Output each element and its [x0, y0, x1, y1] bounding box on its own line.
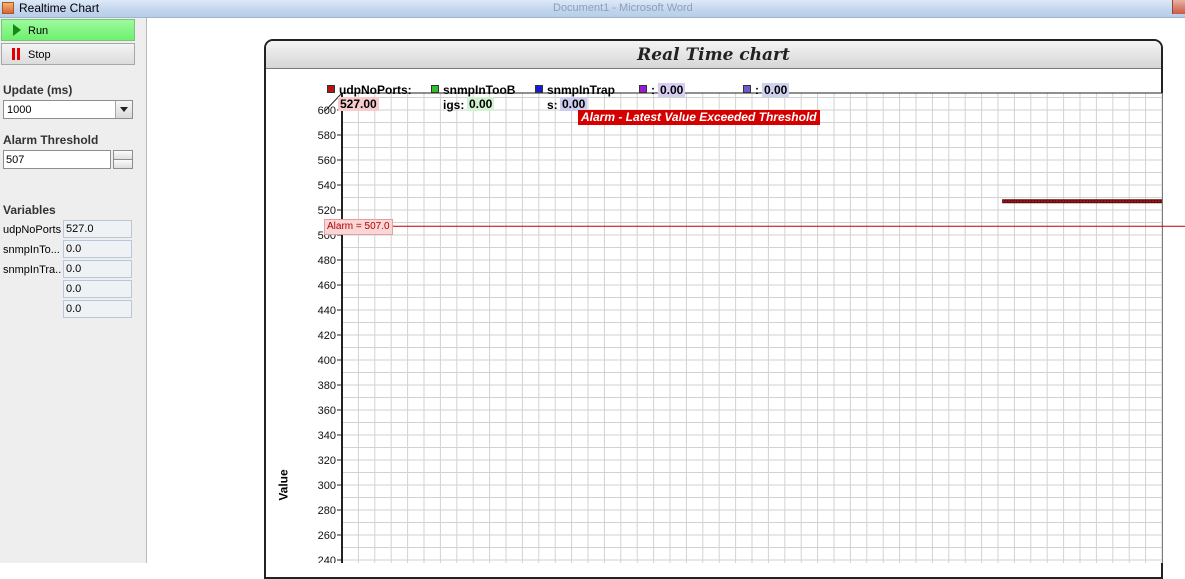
y-axis-label: Value — [276, 469, 291, 501]
legend-swatch — [327, 85, 335, 93]
control-panel: Run Stop Update (ms) 1000 Alarm Threshol… — [0, 18, 147, 563]
variable-name: udpNoPorts — [3, 224, 61, 236]
stop-button[interactable]: Stop — [1, 43, 135, 65]
window-titlebar: Realtime Chart Document1 - Microsoft Wor… — [0, 0, 1185, 18]
stop-button-label: Stop — [28, 49, 51, 61]
variable-value: 0.0 — [63, 280, 132, 298]
legend-value: 0.00 — [658, 83, 686, 97]
variable-name: snmpInTra... — [3, 264, 61, 276]
play-icon — [13, 24, 21, 36]
legend-value: 527.00 — [338, 97, 379, 111]
legend-label: udpNoPorts: — [339, 83, 412, 97]
legend-value: 0.00 — [467, 97, 495, 111]
spinner-down-button[interactable] — [114, 160, 132, 168]
alarm-threshold-marker: Alarm = 507.0 — [324, 219, 393, 235]
legend-label: snmpInTooB — [443, 83, 516, 97]
legend-value: 0.00 — [762, 83, 790, 97]
variable-value: 527.0 — [63, 220, 132, 238]
variable-value: 0.0 — [63, 300, 132, 318]
variable-value: 0.0 — [63, 260, 132, 278]
legend-swatch — [535, 85, 543, 93]
alarm-threshold-label: Alarm Threshold — [3, 133, 99, 147]
variable-row: snmpInTo... 0.0 — [3, 240, 135, 259]
alarm-banner: Alarm - Latest Value Exceeded Threshold — [578, 110, 820, 125]
legend-swatch — [743, 85, 751, 93]
legend-swatch — [431, 85, 439, 93]
variables-label: Variables — [3, 203, 56, 217]
legend-label: : — [755, 83, 759, 97]
variable-row: udpNoPorts 527.0 — [3, 220, 135, 239]
update-interval-dropdown[interactable]: 1000 — [3, 100, 133, 119]
variable-row: 0.0 — [3, 300, 135, 319]
background-window-title: Document1 - Microsoft Word — [553, 2, 693, 14]
run-button-label: Run — [28, 25, 49, 37]
run-button[interactable]: Run — [1, 19, 135, 41]
update-interval-value: 1000 — [7, 104, 32, 116]
legend-value: 0.00 — [560, 97, 588, 111]
close-window-button[interactable] — [1172, 0, 1185, 14]
update-label: Update (ms) — [3, 83, 73, 97]
variable-name: snmpInTo... — [3, 244, 60, 256]
legend-label: snmpInTrap — [547, 83, 616, 97]
legend-label: : — [651, 83, 655, 97]
spinner-up-button[interactable] — [114, 151, 132, 160]
legend-label-cont: igs: — [443, 98, 465, 112]
legend-swatch — [639, 85, 647, 93]
alarm-threshold-input[interactable] — [3, 150, 111, 169]
variable-value: 0.0 — [63, 240, 132, 258]
java-app-icon — [2, 2, 14, 14]
pause-icon — [12, 48, 20, 60]
chart-title-bar: Real Time chart — [266, 41, 1161, 69]
window-title: Realtime Chart — [19, 1, 100, 15]
variable-row: 0.0 — [3, 280, 135, 299]
chart-title: Real Time chart — [637, 45, 790, 65]
alarm-threshold-spinner[interactable] — [113, 150, 133, 169]
variable-row: snmpInTra... 0.0 — [3, 260, 135, 279]
legend-label-cont: s: — [547, 98, 558, 112]
chevron-down-icon[interactable] — [115, 101, 132, 118]
